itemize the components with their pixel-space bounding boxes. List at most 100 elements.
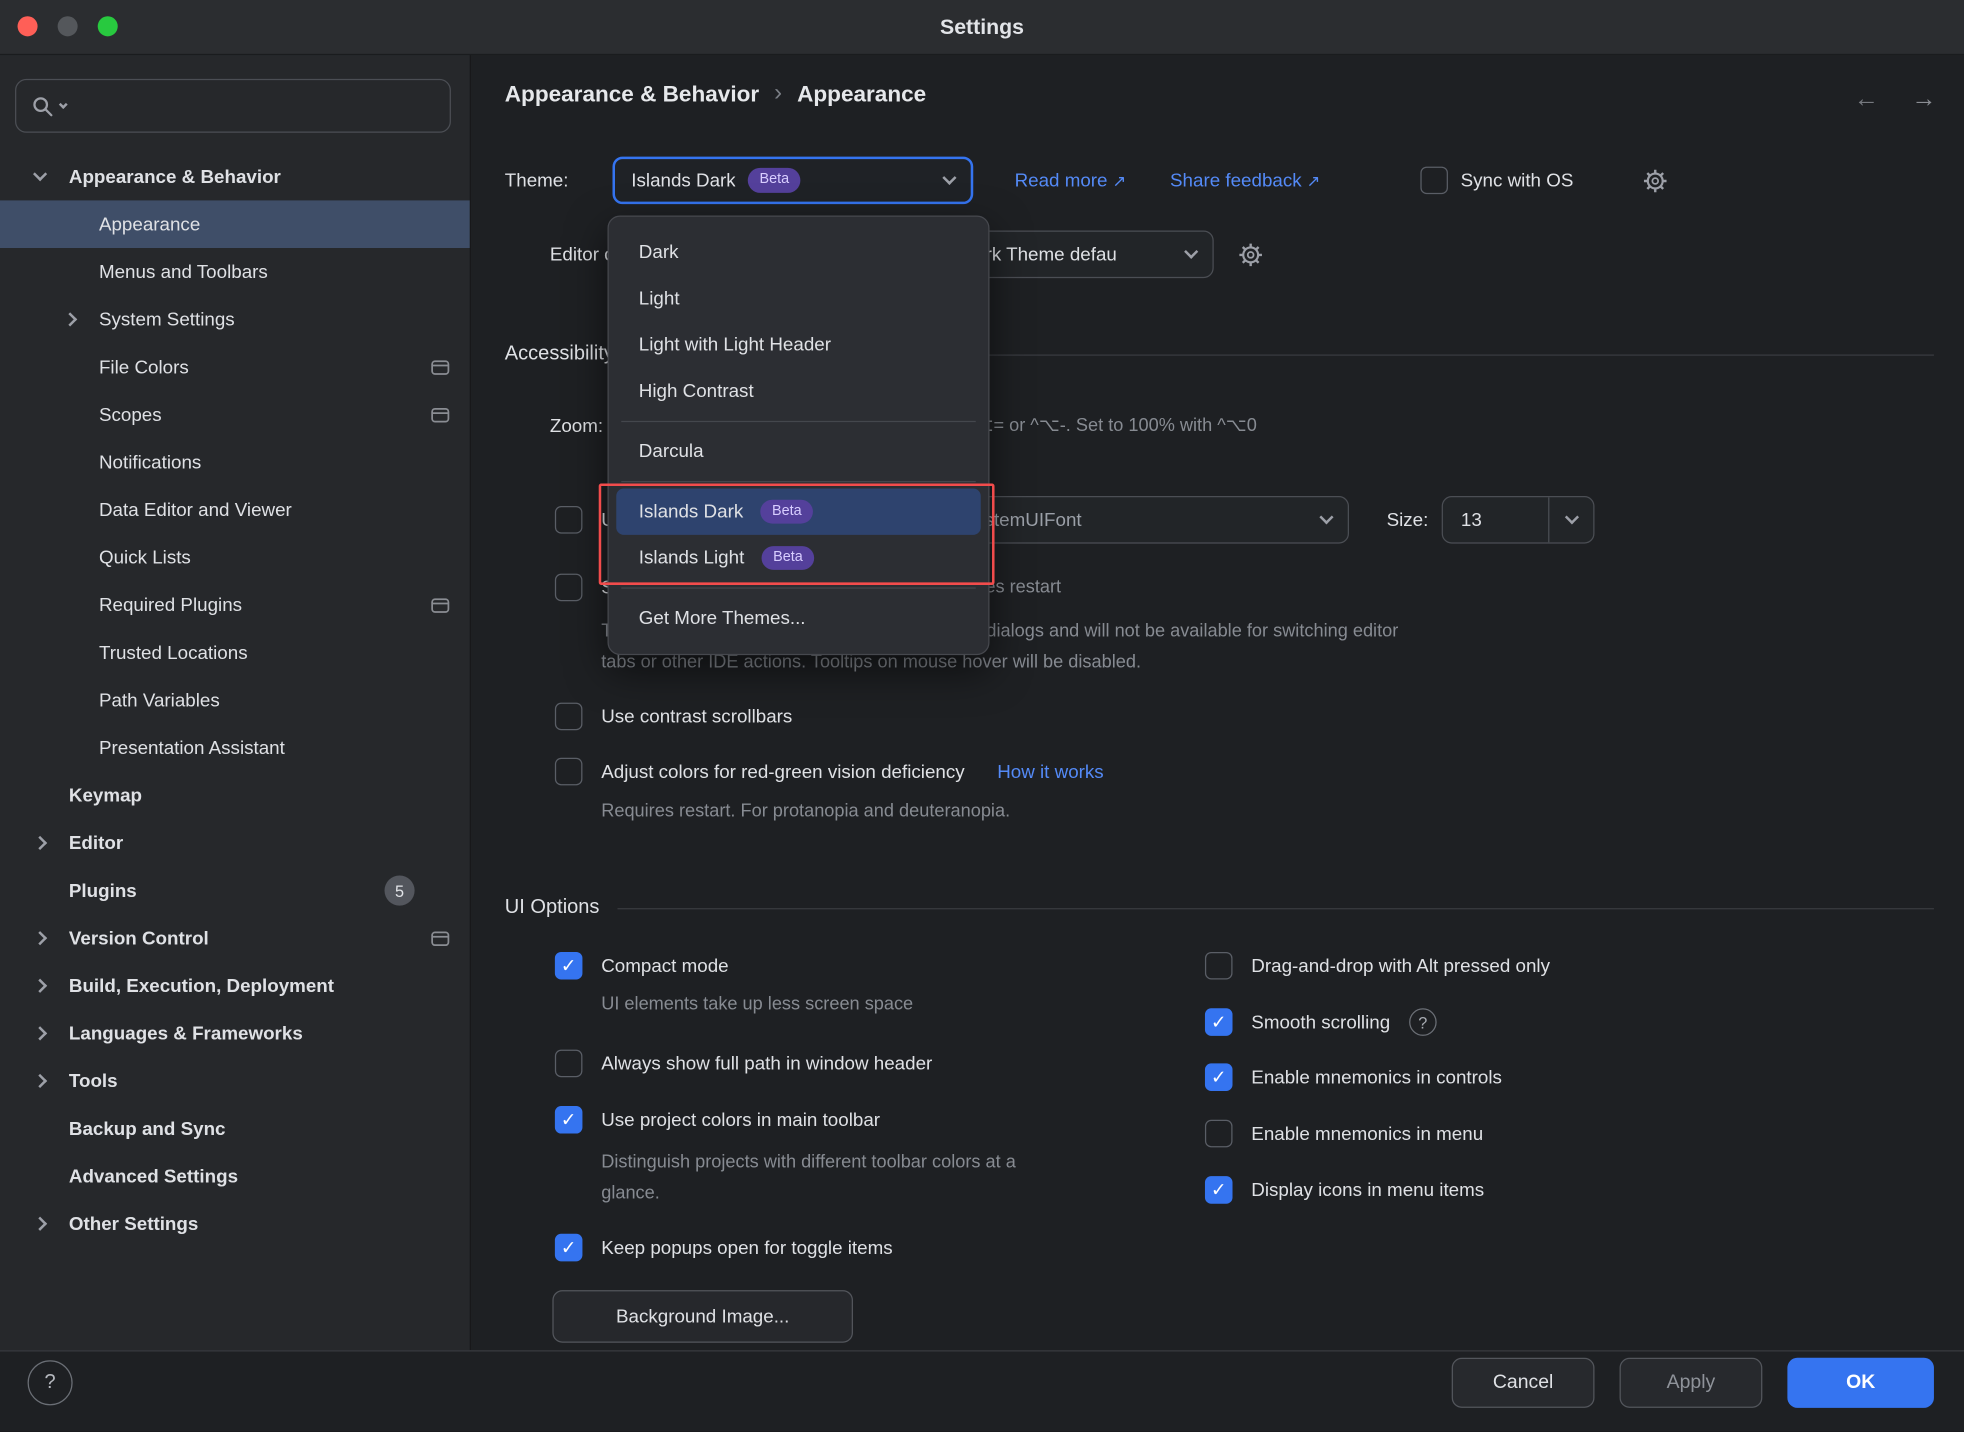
menu-item-get-more-themes[interactable]: Get More Themes... [616,595,980,641]
sidebar-item-languages-frameworks[interactable]: Languages & Frameworks [0,1010,470,1058]
ok-button[interactable]: OK [1787,1358,1934,1408]
chevron-right-icon[interactable] [33,1026,47,1040]
sync-with-os-checkbox[interactable] [1421,167,1449,195]
option-smooth-scrolling[interactable]: Smooth scrolling ? [1205,1005,1437,1040]
menu-item-dark[interactable]: Dark [616,229,980,275]
zoom-button[interactable] [98,16,118,36]
screen-readers-checkbox[interactable] [555,574,583,602]
sidebar-item-advanced-settings[interactable]: Advanced Settings [0,1152,470,1200]
mnemonics-menu-checkbox[interactable] [1205,1120,1233,1148]
contrast-scrollbars-checkbox[interactable] [555,703,583,731]
option-contrast-scrollbars[interactable]: Use contrast scrollbars [555,699,792,734]
how-it-works-link[interactable]: How it works [997,761,1103,782]
option-display-menu-icons[interactable]: Display icons in menu items [1205,1172,1484,1207]
sidebar-item-appearance[interactable]: Appearance [0,200,470,248]
menu-item-light-light-header[interactable]: Light with Light Header [616,322,980,368]
full-path-checkbox[interactable] [555,1050,583,1078]
breadcrumb-parent[interactable]: Appearance & Behavior [505,81,759,107]
search-history-chevron-icon[interactable] [59,100,68,109]
chevron-down-icon [1565,510,1579,524]
read-more-link[interactable]: Read more↗ [1015,170,1127,191]
drag-drop-alt-checkbox[interactable] [1205,952,1233,980]
menu-item-darcula[interactable]: Darcula [616,428,980,474]
menu-icons-checkbox[interactable] [1205,1176,1233,1204]
option-mnemonics-controls[interactable]: Enable mnemonics in controls [1205,1060,1502,1095]
chevron-down-icon [1184,245,1198,259]
sidebar-item-file-colors[interactable]: File Colors [0,343,470,391]
sidebar-item-backup-sync[interactable]: Backup and Sync [0,1105,470,1153]
sidebar-item-appearance-behavior[interactable]: Appearance & Behavior [0,153,470,201]
share-feedback-link[interactable]: Share feedback↗ [1170,170,1320,191]
sidebar-item-keymap[interactable]: Keymap [0,772,470,820]
sync-settings-gear-icon[interactable] [1641,166,1670,195]
sidebar-item-build-execution-deployment[interactable]: Build, Execution, Deployment [0,962,470,1010]
sidebar-item-scopes[interactable]: Scopes [0,391,470,439]
back-arrow-button[interactable]: ← [1854,85,1879,114]
project-colors-hint: Distinguish projects with different tool… [601,1147,1033,1208]
font-size-select[interactable]: 13 [1442,496,1595,544]
chevron-right-icon[interactable] [33,836,47,850]
sidebar-item-trusted-locations[interactable]: Trusted Locations [0,629,470,677]
option-drag-drop-alt[interactable]: Drag-and-drop with Alt pressed only [1205,948,1550,983]
menu-item-islands-dark[interactable]: Islands Dark Beta [616,488,980,534]
scheme-settings-gear-icon[interactable] [1236,240,1265,269]
chevron-right-icon[interactable] [63,312,77,326]
theme-select[interactable]: Islands Dark Beta [612,157,973,205]
sidebar-item-system-settings[interactable]: System Settings [0,296,470,344]
use-custom-font-checkbox[interactable] [555,506,583,534]
option-compact-mode[interactable]: Compact mode [555,948,729,983]
background-image-button[interactable]: Background Image... [552,1290,853,1343]
ui-options-section-header: UI Options [505,897,1934,920]
sidebar-item-editor[interactable]: Editor [0,819,470,867]
menu-item-light[interactable]: Light [616,276,980,322]
smooth-scrolling-checkbox[interactable] [1205,1008,1233,1036]
search-input[interactable] [73,95,435,116]
chevron-right-icon[interactable] [33,979,47,993]
sidebar-item-tools[interactable]: Tools [0,1057,470,1105]
sidebar-item-menus-toolbars[interactable]: Menus and Toolbars [0,248,470,296]
menu-item-high-contrast[interactable]: High Contrast [616,368,980,414]
chevron-down-icon [942,171,956,185]
sidebar-item-plugins[interactable]: Plugins 5 [0,867,470,915]
sidebar-item-presentation-assistant[interactable]: Presentation Assistant [0,724,470,772]
sidebar-item-other-settings[interactable]: Other Settings [0,1200,470,1248]
help-button[interactable]: ? [28,1360,73,1405]
external-link-icon: ↗ [1307,171,1321,190]
keep-popups-checkbox[interactable] [555,1234,583,1262]
red-green-checkbox[interactable] [555,758,583,786]
traffic-lights [18,16,118,36]
search-field[interactable] [15,79,451,133]
project-window-icon [431,406,450,422]
cancel-button[interactable]: Cancel [1452,1358,1595,1408]
sidebar-item-quick-lists[interactable]: Quick Lists [0,534,470,582]
chevron-right-icon[interactable] [33,1074,47,1088]
minimize-button[interactable] [58,16,78,36]
project-colors-checkbox[interactable] [555,1106,583,1134]
forward-arrow-button[interactable]: → [1911,85,1936,114]
sidebar-item-version-control[interactable]: Version Control [0,914,470,962]
menu-item-islands-light[interactable]: Islands Light Beta [616,535,980,581]
option-project-colors[interactable]: Use project colors in main toolbar [555,1102,880,1137]
compact-mode-checkbox[interactable] [555,952,583,980]
option-keep-popups-open[interactable]: Keep popups open for toggle items [555,1230,893,1265]
chevron-down-icon[interactable] [33,167,47,181]
close-button[interactable] [18,16,38,36]
apply-button[interactable]: Apply [1620,1358,1763,1408]
mnemonics-controls-checkbox[interactable] [1205,1063,1233,1091]
option-red-green-vision[interactable]: Adjust colors for red-green vision defic… [555,754,1104,789]
chevron-right-icon[interactable] [33,931,47,945]
plugins-count-badge: 5 [385,876,415,906]
page-title: Settings [940,14,1024,39]
option-full-path-header[interactable]: Always show full path in window header [555,1046,932,1081]
font-size-value: 13 [1443,509,1481,530]
sidebar-item-data-editor-viewer[interactable]: Data Editor and Viewer [0,486,470,534]
sidebar-item-path-variables[interactable]: Path Variables [0,676,470,724]
external-link-icon: ↗ [1113,171,1127,190]
menu-separator [621,481,975,482]
sync-with-os-label: Sync with OS [1461,170,1574,191]
sidebar-item-notifications[interactable]: Notifications [0,438,470,486]
sidebar-item-required-plugins[interactable]: Required Plugins [0,581,470,629]
option-mnemonics-menu[interactable]: Enable mnemonics in menu [1205,1116,1483,1151]
chevron-right-icon[interactable] [33,1217,47,1231]
help-question-icon[interactable]: ? [1409,1008,1437,1036]
